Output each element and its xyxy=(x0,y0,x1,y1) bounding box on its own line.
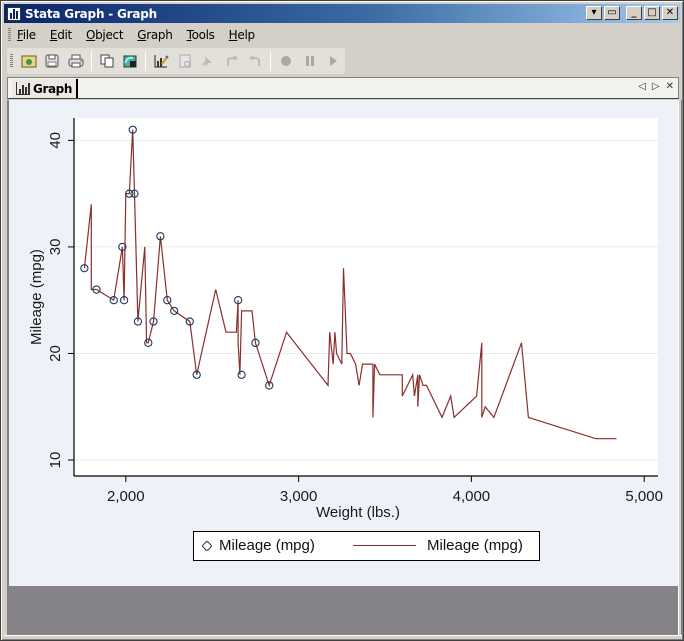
x-tick-label: 4,000 xyxy=(453,488,491,505)
legend-label-markers: Mileage (mpg) xyxy=(219,537,315,554)
x-tick-label: 2,000 xyxy=(107,488,145,505)
legend-marker-circle-icon xyxy=(201,539,213,552)
plot-region xyxy=(74,118,658,476)
y-tick-label: 20 xyxy=(47,345,64,362)
legend-item-markers: Mileage (mpg) xyxy=(201,537,315,554)
legend-label-line: Mileage (mpg) xyxy=(427,537,523,554)
x-axis-title: Weight (lbs.) xyxy=(316,504,400,521)
x-tick-label: 3,000 xyxy=(280,488,318,505)
y-axis-title: Mileage (mpg) xyxy=(28,249,45,345)
y-tick-label: 10 xyxy=(47,452,64,469)
y-tick-label: 40 xyxy=(47,132,64,149)
chart-legend: Mileage (mpg) Mileage (mpg) xyxy=(193,531,540,561)
legend-line-swatch xyxy=(353,545,416,546)
y-tick-label: 30 xyxy=(47,239,64,256)
x-tick-label: 5,000 xyxy=(625,488,663,505)
legend-item-line: Mileage (mpg) xyxy=(353,537,523,554)
